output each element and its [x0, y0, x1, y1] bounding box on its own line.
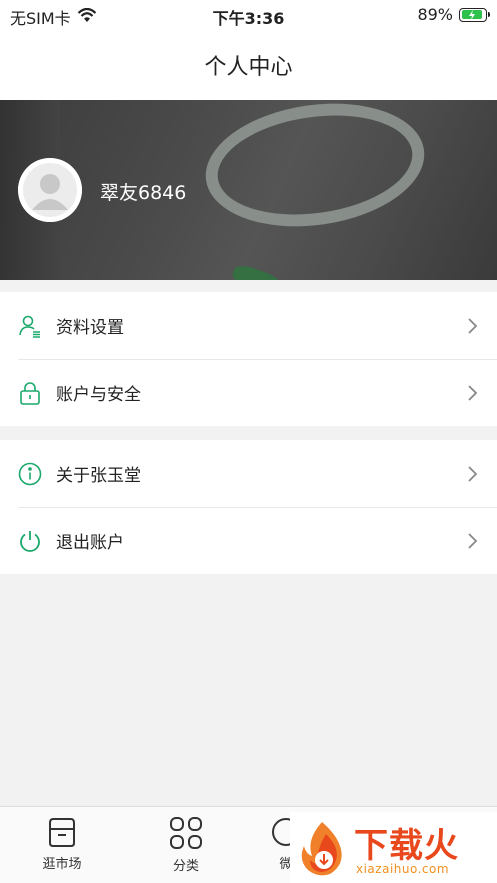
menu-label: 账户与安全: [56, 385, 141, 405]
category-grid-icon: [170, 817, 202, 849]
chevron-right-icon: [468, 532, 478, 549]
profile-banner: 翠友6846: [0, 100, 497, 280]
battery-icon: [459, 7, 490, 22]
menu-item-profile-settings[interactable]: 资料设置: [0, 292, 497, 359]
page-title: 个人中心: [204, 55, 293, 80]
menu-group-about: 关于张玉堂 退出账户: [0, 440, 497, 574]
menu-item-logout[interactable]: 退出账户: [0, 507, 497, 574]
battery-fill: [461, 9, 482, 20]
tab-market[interactable]: 逛市场: [22, 815, 102, 872]
menu-group-account: 资料设置 账户与安全: [0, 292, 497, 426]
menu-label: 关于张玉堂: [56, 466, 141, 486]
tab-category[interactable]: 分类: [146, 815, 226, 874]
chevron-right-icon: [468, 384, 478, 401]
avatar[interactable]: [18, 158, 82, 222]
market-icon: [49, 818, 75, 847]
tab-label: 分类: [172, 859, 199, 874]
flame-logo-icon: [301, 822, 342, 876]
chevron-right-icon: [468, 465, 478, 482]
battery-percent: 89%: [417, 5, 453, 24]
tab-label: 逛市场: [42, 857, 82, 872]
profile-settings-icon: [18, 314, 42, 338]
watermark-logo: 下载火 xiazaihuo.com: [290, 812, 497, 883]
power-icon: [18, 529, 42, 553]
chevron-right-icon: [468, 317, 478, 334]
menu-item-about[interactable]: 关于张玉堂: [0, 440, 497, 507]
nav-bar: 个人中心: [0, 30, 497, 100]
watermark-url: xiazaihuo.com: [356, 862, 450, 876]
status-bar: 无SIM卡 下午3:36 89%: [0, 0, 497, 30]
banner-jade-image: [230, 262, 284, 280]
info-icon: [18, 462, 42, 486]
menu-label: 资料设置: [56, 318, 124, 338]
watermark-title: 下载火: [354, 826, 459, 866]
menu-item-account-security[interactable]: 账户与安全: [0, 359, 497, 426]
default-avatar-icon: [18, 158, 82, 222]
lock-icon: [18, 381, 42, 405]
banner-bangle-image: [197, 100, 433, 240]
username[interactable]: 翠友6846: [100, 178, 186, 205]
menu-label: 退出账户: [56, 533, 124, 553]
